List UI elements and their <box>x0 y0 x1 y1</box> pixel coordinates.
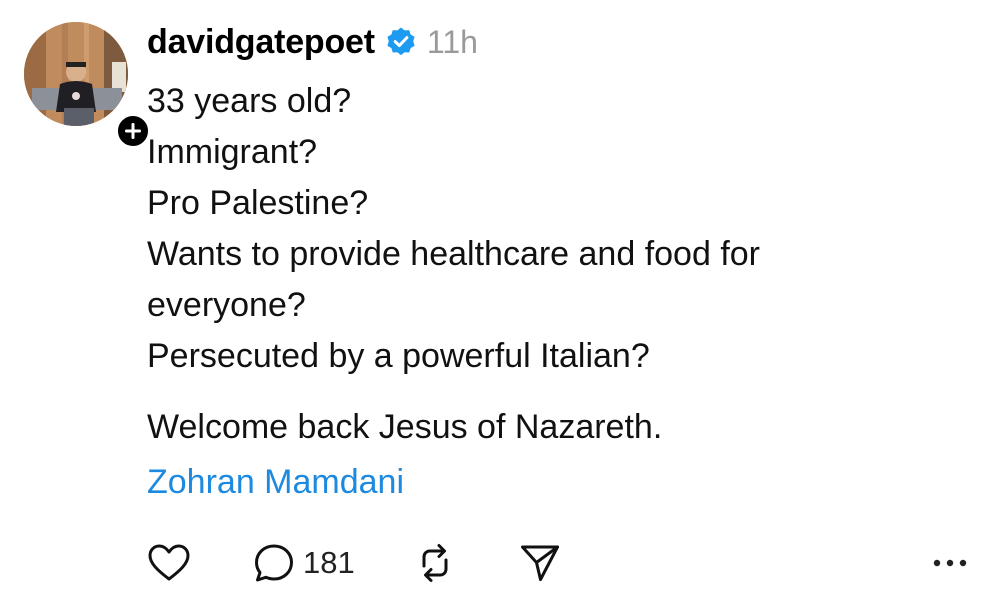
comment-icon <box>255 544 293 582</box>
reply-button[interactable]: 181 <box>253 542 355 584</box>
post-text-line: Persecuted by a powerful Italian? <box>147 337 650 375</box>
post-text-line: Pro Palestine? <box>147 184 369 222</box>
share-button[interactable] <box>519 542 561 584</box>
post-header: davidgatepoet 11h <box>147 18 478 66</box>
more-icon <box>933 559 967 567</box>
post-text-line: everyone? <box>147 286 306 324</box>
repost-button[interactable] <box>413 542 457 584</box>
send-icon <box>520 545 559 581</box>
post-closing-line: Welcome back Jesus of Nazareth. <box>147 408 663 446</box>
like-button[interactable] <box>147 543 191 583</box>
username[interactable]: davidgatepoet <box>147 23 375 62</box>
post-text-line: 33 years old? <box>147 82 352 120</box>
post: davidgatepoet 11h 33 years old? Immigran… <box>0 0 1000 595</box>
repost-icon <box>422 544 448 582</box>
avatar-container <box>24 22 152 150</box>
more-options-button[interactable] <box>928 548 972 578</box>
avatar[interactable] <box>24 22 128 126</box>
post-text-line: Wants to provide healthcare and food for <box>147 235 760 273</box>
plus-icon <box>125 123 141 139</box>
profile-photo-icon <box>24 22 128 126</box>
verified-badge-icon <box>387 27 415 56</box>
post-text-line: Immigrant? <box>147 133 318 171</box>
heart-icon <box>148 544 190 581</box>
timestamp: 11h <box>426 23 478 60</box>
post-body: 33 years old? Immigrant? Pro Palestine? … <box>147 76 847 505</box>
mention-link[interactable]: Zohran Mamdani <box>147 459 847 505</box>
reply-count: 181 <box>303 545 355 580</box>
action-bar: 181 <box>147 540 561 586</box>
